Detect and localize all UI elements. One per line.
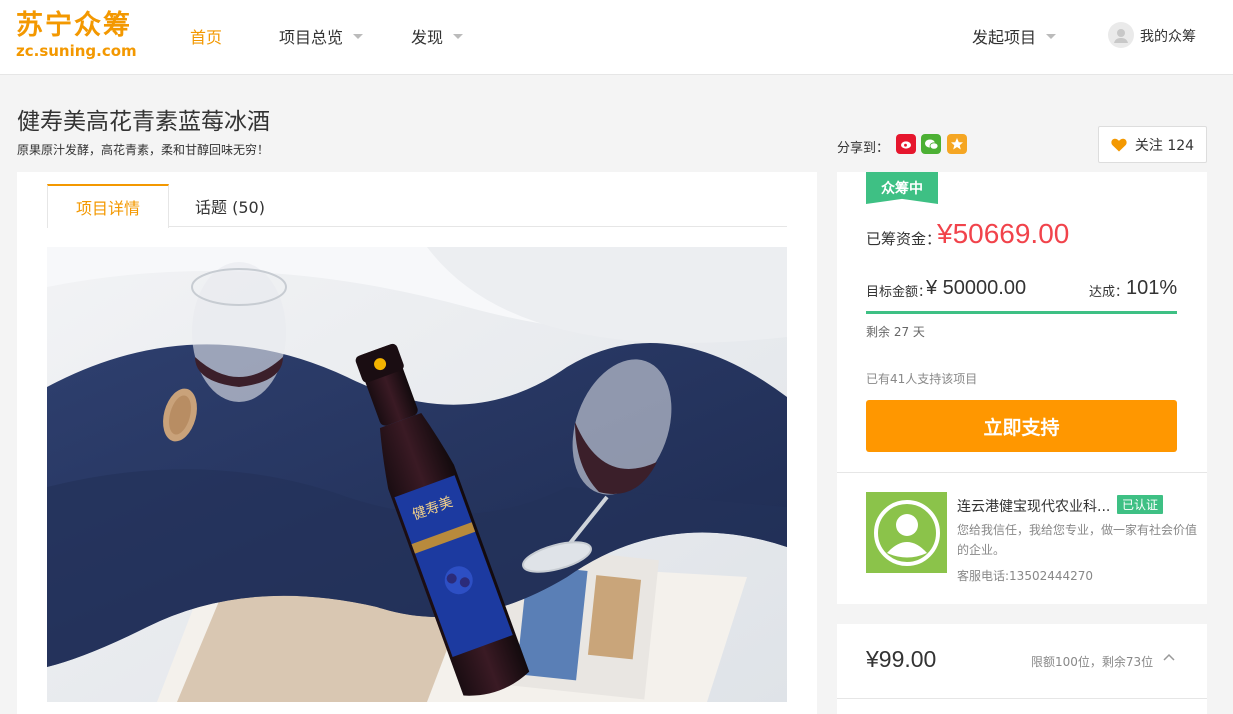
chevron-down-icon [353, 33, 364, 39]
supporters-count: 已有41人支持该项目 [866, 372, 978, 386]
reward-tier-card[interactable]: ¥99.00 限额100位，剩余73位 [837, 624, 1207, 714]
follow-button[interactable]: 关注 124 [1098, 126, 1207, 163]
nav-launch-project-label: 发起项目 [972, 28, 1037, 47]
tier-price: ¥99.00 [866, 646, 937, 672]
chevron-down-icon [453, 33, 464, 39]
divider [837, 472, 1207, 473]
target-value: ¥ 50000.00 [926, 277, 1027, 299]
tab-project-details[interactable]: 项目详情 [47, 184, 169, 228]
qzone-star-icon[interactable] [947, 134, 967, 154]
wechat-icon[interactable] [921, 134, 941, 154]
project-detail-panel: 项目详情 话题 (50) 健寿美 [17, 172, 817, 714]
heart-icon [1111, 138, 1127, 151]
days-left: 剩余 27 天 [866, 325, 925, 339]
funding-summary-card: 众筹中 已筹资金： ¥50669.00 目标金额： ¥ 50000.00 达成：… [837, 172, 1207, 604]
tier-limit: 限额100位，剩余73位 [1031, 655, 1154, 669]
company-avatar[interactable] [866, 492, 947, 573]
support-now-button[interactable]: 立即支持 [866, 400, 1177, 452]
project-title: 健寿美高花青素蓝莓冰酒 [17, 109, 270, 135]
nav-home-label: 首页 [190, 28, 223, 47]
site-header: 苏宁众筹 zc.suning.com 首页 项目总览 发现 发起项目 我的众筹 [0, 0, 1233, 75]
nav-discover-label: 发现 [411, 28, 444, 47]
nav-projects-overview-label: 项目总览 [279, 28, 344, 47]
divider [837, 698, 1207, 699]
nav-launch-project[interactable]: 发起项目 [972, 24, 1057, 48]
company-description: 您给我信任，我给您专业，做一家有社会价值的企业。 [957, 523, 1198, 557]
weibo-icon[interactable] [896, 134, 916, 154]
raised-amount: ¥50669.00 [937, 218, 1070, 249]
project-subtitle: 原果原汁发酵，高花青素，柔和甘醇回味无穷！ [17, 143, 270, 157]
nav-home[interactable]: 首页 [190, 24, 222, 48]
user-avatar-icon[interactable] [1108, 22, 1134, 48]
chevron-up-icon[interactable] [1161, 650, 1177, 666]
verified-badge: 已认证 [1117, 495, 1164, 514]
detail-tabs: 项目详情 话题 (50) [47, 184, 787, 228]
chevron-down-icon [1046, 33, 1057, 39]
funding-progress-bar [866, 311, 1177, 314]
target-label: 目标金额： [866, 285, 932, 300]
share-label: 分享到： [837, 141, 890, 156]
logo-text-cn: 苏宁众筹 [16, 10, 132, 41]
product-hero-image: 健寿美 [47, 247, 787, 702]
nav-projects-overview[interactable]: 项目总览 [279, 24, 364, 48]
completion-rate-label: 达成： [1089, 285, 1129, 300]
company-name[interactable]: 连云港健宝现代农业科... [957, 496, 1110, 516]
my-crowdfunding-link[interactable]: 我的众筹 [1140, 26, 1196, 46]
tab-topics[interactable]: 话题 (50) [169, 184, 291, 227]
nav-discover[interactable]: 发现 [411, 24, 464, 48]
suning-zc-logo[interactable]: 苏宁众筹 zc.suning.com [16, 10, 141, 62]
raised-label: 已筹资金： [866, 230, 942, 248]
status-badge: 众筹中 [866, 172, 938, 204]
company-phone: 客服电话:13502444270 [957, 569, 1094, 583]
funding-progress-fill [866, 311, 1177, 314]
default-avatar-icon [873, 499, 940, 566]
completion-rate-value: 101% [1126, 277, 1178, 299]
follow-count-label: 关注 124 [1134, 137, 1195, 154]
logo-text-en: zc.suning.com [16, 42, 137, 60]
